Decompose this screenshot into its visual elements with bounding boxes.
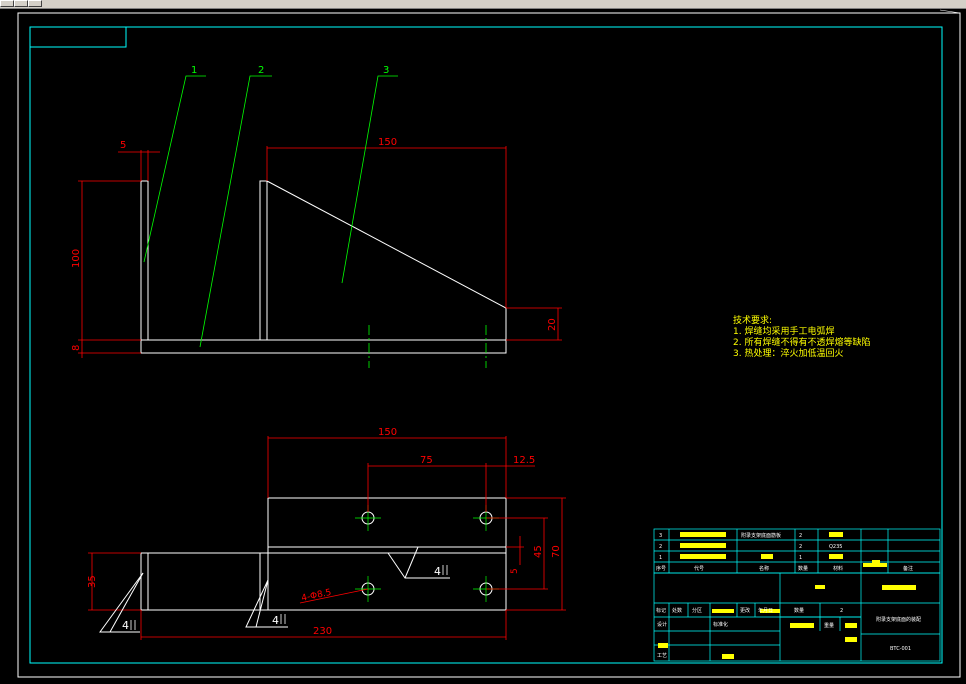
- header-no: 序号: [656, 565, 666, 572]
- design-label: 设计: [657, 621, 667, 628]
- revision-count: 处数: [672, 607, 682, 614]
- parts-qty-3: 2: [799, 533, 802, 539]
- title-block: 3 2 1 附录支架底面筋板 2 2 1 Q235 序号 代号 名称 数量 材料…: [653, 528, 941, 662]
- dim-end-height: 20: [547, 318, 558, 331]
- parts-qty-2: 2: [799, 544, 802, 550]
- drawing-number: BTC-001: [890, 646, 911, 652]
- part-label-3: 3: [383, 65, 389, 76]
- dim-side-width: 35: [87, 575, 98, 588]
- parts-qty-1: 1: [799, 555, 802, 561]
- part-leaders: [143, 75, 398, 348]
- dim-hole-pitch: 45: [533, 545, 544, 558]
- dim-total-length: 230: [313, 626, 332, 637]
- parts-no-2: 2: [659, 544, 662, 550]
- tech-req-item-3: 3. 热处理：淬火加低温回火: [733, 347, 843, 359]
- weight-label: 重量: [824, 622, 834, 629]
- dim-hole-spacing: 75: [420, 455, 433, 466]
- dim-hole-edge: 12.5: [513, 455, 535, 466]
- parts-no-3: 3: [659, 533, 662, 539]
- weld-size-left: 4: [122, 619, 129, 632]
- top-view: 150 75 12.5 70 45 5 35 230 4-Φ8.5 4 4 4: [87, 427, 566, 640]
- drawing-canvas[interactable]: 5 150 100 8 20 1 2 3 150 75 12.5 70 45 5…: [0, 9, 966, 684]
- toolbar-button-3[interactable]: [28, 0, 42, 7]
- dim-base-thickness: 8: [71, 345, 82, 351]
- dim-height: 100: [71, 249, 82, 268]
- front-view: 5 150 100 8 20 1 2 3: [71, 65, 562, 368]
- toolbar-button-1[interactable]: [0, 0, 14, 7]
- part-label-2: 2: [258, 65, 264, 76]
- front-view-dimensions: [78, 146, 562, 358]
- top-view-dimensions: [88, 436, 566, 640]
- revision-mark: 标记: [656, 607, 666, 614]
- header-code: 代号: [694, 565, 704, 572]
- parts-name-3: 附录支架底面筋板: [741, 532, 781, 539]
- tech-req-item-1: 1. 焊缝均采用手工电弧焊: [733, 325, 834, 337]
- weld-size-right: 4: [434, 565, 441, 578]
- revision-change: 更改: [740, 607, 750, 614]
- dim-hole-offset: 5: [510, 568, 520, 574]
- weld-size-middle: 4: [272, 614, 279, 627]
- quantity-label: 数量: [794, 607, 804, 614]
- revision-zone: 分区: [692, 607, 702, 614]
- dim-top-width: 150: [378, 427, 397, 438]
- parts-no-1: 1: [659, 555, 662, 561]
- header-qty: 数量: [798, 565, 808, 572]
- standard-label: 标准化: [713, 621, 728, 628]
- revision-date: 年月日: [758, 607, 773, 614]
- header-remark: 备注: [903, 565, 913, 572]
- parts-material-2: Q235: [829, 544, 842, 550]
- technical-requirements: 技术要求: 1. 焊缝均采用手工电弧焊 2. 所有焊缝不得有不透焊熔等缺陷 3.…: [733, 314, 870, 359]
- drawing-title: 附录支架底面的装配: [876, 616, 921, 623]
- front-view-centerlines: [368, 325, 487, 368]
- dim-plate-width: 70: [551, 545, 562, 558]
- front-view-outline: [140, 180, 507, 354]
- process-label: 工艺: [657, 653, 667, 659]
- tech-req-title: 技术要求:: [733, 314, 772, 326]
- part-label-1: 1: [191, 65, 197, 76]
- cad-toolbar: [0, 0, 966, 9]
- quantity-value: 2: [840, 608, 843, 614]
- header-material: 材料: [833, 565, 843, 572]
- hole-callout: 4-Φ8.5: [301, 588, 333, 604]
- tech-req-item-2: 2. 所有焊缝不得有不透焊熔等缺陷: [733, 336, 870, 348]
- toolbar-button-2[interactable]: [14, 0, 28, 7]
- dim-plate-thickness: 5: [120, 140, 126, 151]
- header-name: 名称: [759, 565, 769, 572]
- dim-front-width: 150: [378, 137, 397, 148]
